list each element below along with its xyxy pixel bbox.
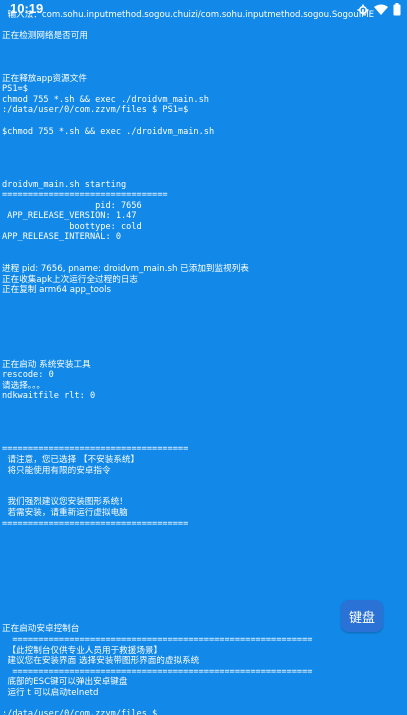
terminal-line: pid: 7656 xyxy=(2,200,142,211)
terminal-line: chmod 755 *.sh && exec ./droidvm_main.sh xyxy=(2,94,209,105)
terminal-line: $chmod 755 *.sh && exec ./droidvm_main.s… xyxy=(2,126,215,137)
terminal-line: ================================ xyxy=(2,190,168,201)
terminal-line: APP_RELEASE_INTERNAL: 0 xyxy=(2,232,121,243)
terminal-line: PS1=$ xyxy=(2,84,28,95)
terminal-line: 正在启动 系统安装工具 xyxy=(2,359,91,370)
terminal-line: :/data/user/0/com.zzvm/files $ xyxy=(2,709,158,715)
terminal-line: 正在检测网络是否可用 xyxy=(2,31,88,42)
terminal-line: 正在收集apk上次运行全过程的日志 xyxy=(2,274,139,285)
terminal-line: 建议您在安装界面 选择安装带图形界面的虚拟系统 xyxy=(2,656,200,667)
terminal-line: :/data/user/0/com.zzvm/files $ PS1=$ xyxy=(2,105,189,116)
terminal-line: ========================================… xyxy=(2,666,313,677)
terminal-line: ndkwaitfile rlt: 0 xyxy=(2,391,96,402)
terminal-line: 我们强烈建议您安装图形系统！ xyxy=(2,497,128,508)
terminal-line: ========================================… xyxy=(2,635,313,646)
terminal-line: APP_RELEASE_VERSION: 1.47 xyxy=(2,211,137,222)
terminal-line: ==================================== xyxy=(2,444,189,455)
terminal-line: 【此控制台仅供专业人员用于救援场景】 xyxy=(2,645,163,656)
terminal-line: 若需安装，请重新运行虚拟电脑 xyxy=(2,507,128,518)
terminal-line: 请注意，您已选择 【不安装系统】 xyxy=(2,454,140,465)
terminal-line: 正在释放app资源文件 xyxy=(2,73,87,84)
terminal-line: 底部的ESC键可以弹出安卓键盘 xyxy=(2,677,128,688)
terminal-line: 请选择。。。 xyxy=(2,380,45,391)
terminal-line: 输入法：com.sohu.inputmethod.sogou.chuizi/co… xyxy=(2,10,375,20)
terminal-line: droidvm_main.sh starting xyxy=(2,179,127,190)
terminal-line: ==================================== xyxy=(2,518,189,529)
terminal-line: 进程 pid: 7656, pname: droidvm_main.sh 已添加… xyxy=(2,264,249,275)
keyboard-button[interactable]: 键盘 xyxy=(341,600,383,632)
terminal-line: rescode: 0 xyxy=(2,370,54,381)
terminal-line: 运行 t 可以启动telnetd xyxy=(2,688,99,698)
terminal-line: boottype: cold xyxy=(2,221,142,232)
terminal-line: 正在复制 arm64 app_tools xyxy=(2,285,112,296)
terminal-line: 将只能使用有限的安卓指令 xyxy=(2,465,111,476)
